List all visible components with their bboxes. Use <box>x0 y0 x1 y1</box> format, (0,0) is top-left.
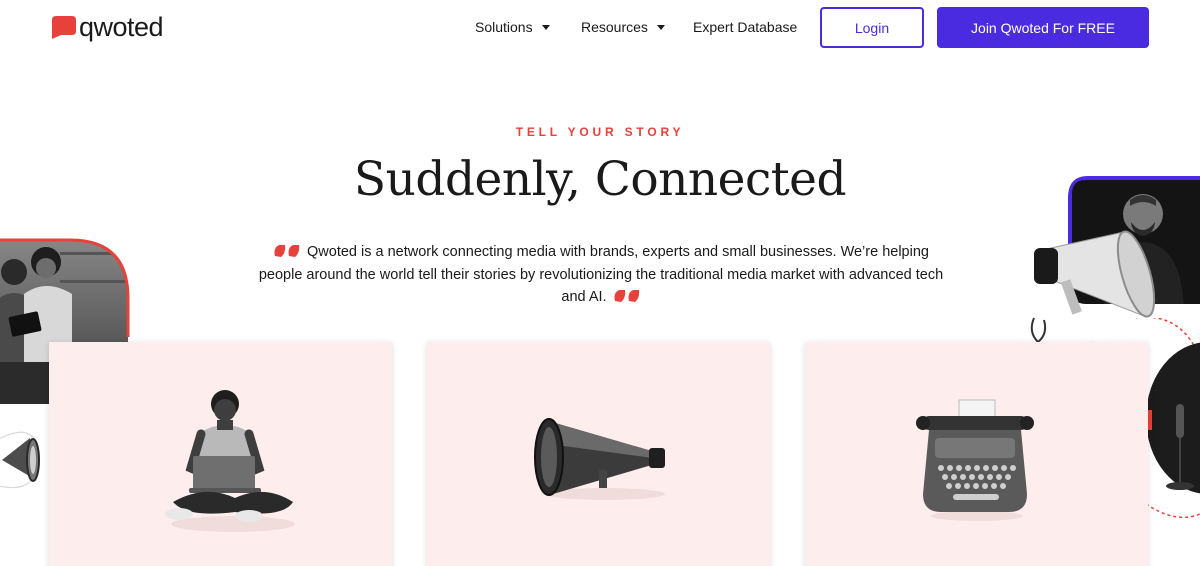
nav-expert-database-label: Expert Database <box>693 19 798 35</box>
feature-card-megaphone[interactable] <box>427 342 770 566</box>
qwoted-logo[interactable]: qwoted <box>48 12 164 42</box>
page: qwoted Solutions Resources Expert Databa… <box>0 0 1200 566</box>
hero-title: Suddenly, Connected <box>353 152 847 207</box>
typewriter-icon <box>916 399 1034 521</box>
logo-wordmark: qwoted <box>79 12 164 42</box>
feature-card-typewriter[interactable] <box>805 342 1148 566</box>
nav-solutions[interactable]: Solutions <box>475 18 550 36</box>
nav-resources-label: Resources <box>581 19 648 35</box>
nav-resources[interactable]: Resources <box>581 18 665 36</box>
feature-card-experts[interactable] <box>49 342 392 566</box>
top-nav: qwoted Solutions Resources Expert Databa… <box>0 0 1200 56</box>
person-with-laptop-icon <box>165 390 295 532</box>
speech-bubble-logo-icon <box>52 16 76 39</box>
megaphone-icon <box>534 418 665 500</box>
open-quote-icon <box>274 245 300 257</box>
login-button[interactable]: Login <box>820 7 924 48</box>
hero-eyebrow: TELL YOUR STORY <box>515 125 685 139</box>
hero-intro-text: Qwoted is a network connecting media wit… <box>258 244 944 305</box>
join-free-button[interactable]: Join Qwoted For FREE <box>937 7 1149 48</box>
nav-solutions-label: Solutions <box>475 19 533 35</box>
hero-intro: Qwoted is a network connecting media wit… <box>256 241 946 309</box>
chevron-down-icon <box>656 24 665 30</box>
close-quote-icon <box>614 290 639 302</box>
nav-expert-database[interactable]: Expert Database <box>693 18 797 36</box>
chevron-down-icon <box>541 24 550 30</box>
